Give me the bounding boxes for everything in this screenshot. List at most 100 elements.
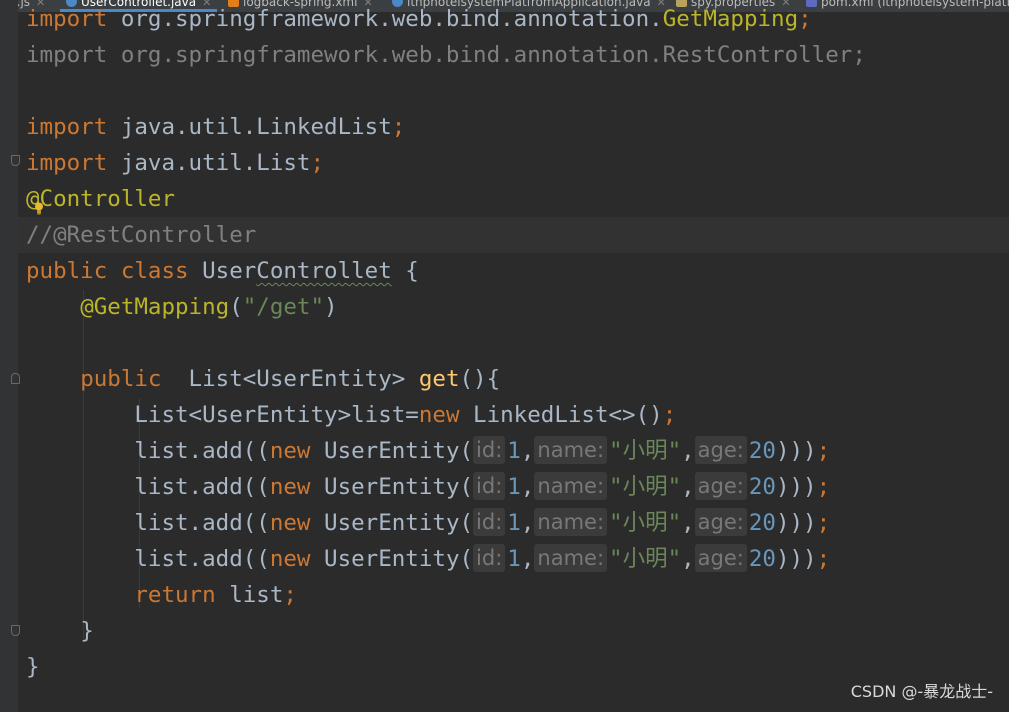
closing-parens: ))) <box>775 474 817 500</box>
import-path: java.util.List <box>107 150 311 176</box>
semicolon: ; <box>816 510 831 536</box>
number-literal: 1 <box>507 546 521 572</box>
number-literal: 1 <box>507 474 521 500</box>
class-name-typo: Controllet <box>256 258 392 284</box>
method-call: list.add(( <box>134 438 270 464</box>
semicolon: ; <box>816 474 831 500</box>
paren: ( <box>229 294 243 320</box>
comma: , <box>681 438 695 464</box>
keyword-new: new <box>269 438 311 464</box>
lightbulb-icon[interactable] <box>34 202 44 215</box>
keyword-import: import <box>26 114 108 140</box>
keyword-new: new <box>269 510 311 536</box>
closing-parens: ))) <box>775 510 817 536</box>
comma: , <box>520 474 535 500</box>
comma: , <box>681 510 695 536</box>
string-literal: "小明" <box>609 474 682 500</box>
param-hint-id: id: <box>473 544 506 572</box>
keyword-import: import <box>26 150 108 176</box>
param-hint-name: name: <box>534 472 608 500</box>
annotation: @GetMapping <box>80 294 230 320</box>
keyword-new: new <box>418 402 460 428</box>
code-line: public List<UserEntity> get(){ <box>26 361 500 397</box>
param-hint-name: name: <box>534 544 608 572</box>
semicolon: ; <box>662 402 677 428</box>
constructor: UserEntity( <box>310 510 474 536</box>
param-hint-name: name: <box>534 436 608 464</box>
number-literal: 20 <box>748 438 776 464</box>
method-call: list.add(( <box>134 474 270 500</box>
editor-gutter <box>0 0 18 712</box>
method-call: list.add(( <box>134 510 270 536</box>
string-literal: "小明" <box>609 438 682 464</box>
package-path: org.springframework.web.bind.annotation. <box>120 6 663 32</box>
return-type: List<UserEntity> <box>161 366 419 392</box>
annotation-name: Controller <box>39 186 176 212</box>
comma: , <box>681 546 695 572</box>
fold-marker[interactable] <box>11 625 20 636</box>
string-literal: "小明" <box>609 510 682 536</box>
semicolon: ; <box>283 582 297 608</box>
watermark: CSDN @-暴龙战士- <box>850 682 993 701</box>
semicolon: ; <box>798 6 812 32</box>
string-literal: "小明" <box>609 546 682 572</box>
closing-parens: ))) <box>775 546 817 572</box>
closing-parens: ))) <box>775 438 817 464</box>
code-line-add: list.add((new UserEntity(id: 1, name: "小明",… <box>26 433 830 469</box>
param-hint-name: name: <box>534 508 608 536</box>
code-line: import java.util.LinkedList; <box>26 109 405 145</box>
return-value: list <box>215 582 284 608</box>
number-literal: 20 <box>748 510 776 536</box>
method-rest: (){ <box>459 366 501 392</box>
tab-pom-xml[interactable]: pom.xml (ithphotelsystem-platf <box>806 0 1009 12</box>
keyword-public: public <box>80 366 162 392</box>
declaration: List<UserEntity>list= <box>134 402 419 428</box>
param-hint-age: age: <box>694 436 747 464</box>
method-call: list.add(( <box>134 546 270 572</box>
class-name: User <box>202 258 257 284</box>
param-hint-age: age: <box>694 544 747 572</box>
paren: ) <box>324 294 338 320</box>
param-hint-age: age: <box>694 472 747 500</box>
param-hint-id: id: <box>473 472 506 500</box>
brace: { <box>391 258 419 284</box>
tab-label: pom.xml (ithphotelsystem-platf <box>821 0 1009 9</box>
code-line: @GetMapping("/get") <box>26 289 338 325</box>
fold-marker[interactable] <box>11 155 20 166</box>
string-literal: "/get" <box>242 294 325 320</box>
keyword-return: return <box>134 582 216 608</box>
number-literal: 1 <box>507 510 521 536</box>
code-line-add: list.add((new UserEntity(id: 1, name: "小明",… <box>26 469 830 505</box>
semicolon: ; <box>310 150 325 176</box>
param-hint-id: id: <box>473 508 506 536</box>
semicolon: ; <box>816 438 831 464</box>
constructor: LinkedList<>() <box>459 402 663 428</box>
number-literal: 20 <box>748 474 776 500</box>
code-line: } <box>26 613 94 649</box>
code-line: List<UserEntity>list=new LinkedList<>(); <box>26 397 676 433</box>
code-line: import org.springframework.web.bind.anno… <box>26 1 812 37</box>
closing-brace: } <box>80 618 94 644</box>
number-literal: 1 <box>507 438 521 464</box>
keyword-new: new <box>269 546 311 572</box>
code-line: import org.springframework.web.bind.anno… <box>26 42 866 68</box>
keyword-import: import <box>26 6 108 32</box>
param-hint-id: id: <box>473 436 506 464</box>
import-path: java.util.LinkedList <box>107 114 392 140</box>
code-line: public class UserControllet { <box>26 253 419 289</box>
fold-marker[interactable] <box>11 373 20 384</box>
code-line: } <box>26 649 40 685</box>
param-hint-age: age: <box>694 508 747 536</box>
semicolon: ; <box>816 546 831 572</box>
class-name: GetMapping <box>662 6 799 32</box>
number-literal: 20 <box>748 546 776 572</box>
code-line: import java.util.List; <box>26 145 324 181</box>
comma: , <box>520 438 535 464</box>
code-line-add: list.add((new UserEntity(id: 1, name: "小明",… <box>26 505 830 541</box>
constructor: UserEntity( <box>310 438 474 464</box>
keyword-public-class: public class <box>26 258 189 284</box>
comma: , <box>520 510 535 536</box>
method-name: get <box>418 366 460 392</box>
code-line: //@RestController <box>26 222 257 248</box>
code-line-add: list.add((new UserEntity(id: 1, name: "小明",… <box>26 541 830 577</box>
